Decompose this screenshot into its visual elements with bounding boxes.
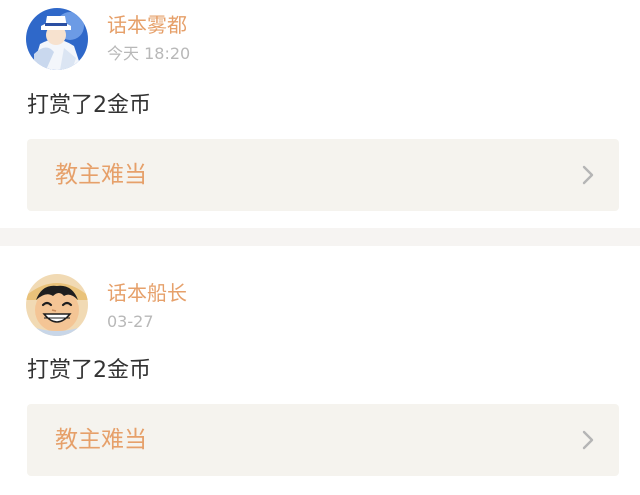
card-separator — [0, 228, 640, 246]
book-title: 教主难当 — [55, 162, 147, 188]
avatar[interactable] — [26, 8, 88, 70]
reward-feed: 话本雾都 今天 18:20 打赏了2金币 教主难当 话本船长 03-27 打赏了… — [0, 0, 640, 495]
avatar[interactable] — [26, 274, 88, 336]
feed-card: 话本船长 03-27 打赏了2金币 教主难当 — [0, 246, 640, 495]
chevron-right-icon — [582, 165, 594, 185]
username[interactable]: 话本船长 — [107, 281, 187, 305]
feed-card: 话本雾都 今天 18:20 打赏了2金币 教主难当 — [0, 0, 640, 228]
user-avatar-icon — [26, 8, 88, 70]
book-link-card[interactable]: 教主难当 — [27, 404, 619, 476]
reward-message: 打赏了2金币 — [27, 358, 151, 383]
reward-message: 打赏了2金币 — [27, 93, 151, 118]
chevron-right-icon — [582, 430, 594, 450]
user-avatar-icon — [26, 274, 88, 336]
book-title: 教主难当 — [55, 427, 147, 453]
timestamp: 03-27 — [107, 312, 154, 331]
username[interactable]: 话本雾都 — [107, 13, 187, 37]
book-link-card[interactable]: 教主难当 — [27, 139, 619, 211]
timestamp: 今天 18:20 — [107, 44, 191, 63]
